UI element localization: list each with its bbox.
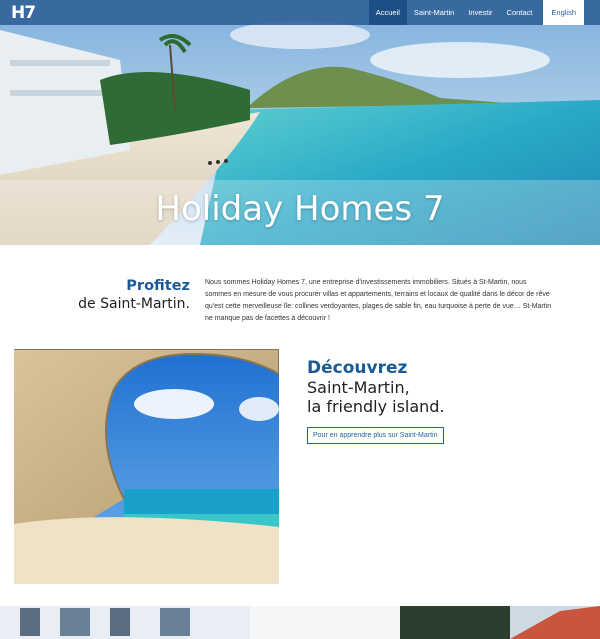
nav-item-investir[interactable]: Investir [461, 0, 499, 25]
learn-more-button[interactable]: Pour en apprendre plus sur Saint-Martin [307, 427, 444, 444]
site-logo[interactable]: H7 [11, 3, 36, 23]
discover-line-2: la friendly island. [307, 397, 445, 416]
intro-heading-highlight: Profitez [126, 278, 190, 294]
cave-beach-photo [14, 349, 279, 584]
discover-heading-highlight: Découvrez [307, 358, 408, 378]
language-switch-button[interactable]: English [543, 0, 584, 25]
intro-heading-rest: de Saint-Martin. [78, 296, 190, 312]
hero-title: Holiday Homes 7 [155, 189, 445, 229]
bottom-photo-strip [0, 606, 600, 639]
nav-item-accueil[interactable]: Accueil [368, 0, 407, 25]
intro-heading: Profitez de Saint-Martin. [60, 277, 190, 313]
main-menu: Accueil Saint-Martin Investir Contact En… [368, 0, 584, 25]
hero-banner: Holiday Homes 7 [0, 0, 600, 245]
discover-section: Découvrez Saint-Martin, la friendly isla… [307, 358, 445, 444]
discover-line-1: Saint-Martin, [307, 378, 410, 397]
nav-item-contact[interactable]: Contact [500, 0, 540, 25]
top-navbar: H7 Accueil Saint-Martin Investir Contact… [0, 0, 600, 25]
nav-item-saint-martin[interactable]: Saint-Martin [407, 0, 461, 25]
intro-paragraph: Nous sommes Holiday Homes 7, une entrepr… [205, 279, 552, 322]
